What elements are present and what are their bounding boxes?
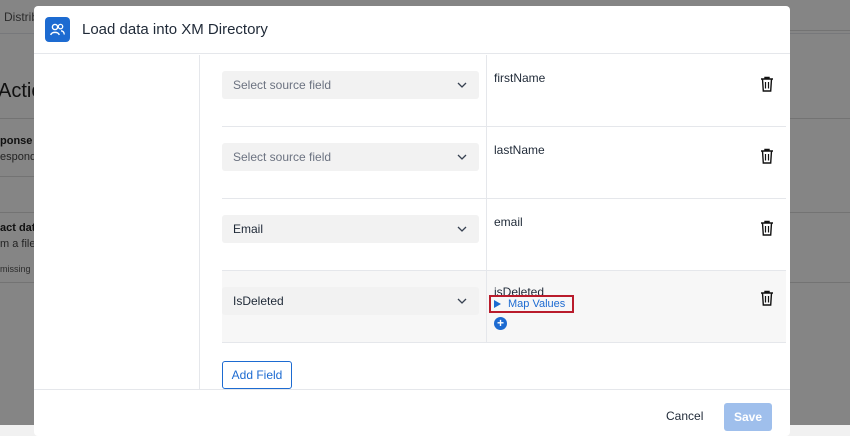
cancel-button[interactable]: Cancel: [666, 409, 703, 423]
load-data-modal: Load data into XM Directory Select sourc…: [34, 6, 790, 436]
trash-icon[interactable]: [760, 290, 774, 306]
map-values-link[interactable]: Map Values: [489, 295, 574, 313]
field-mapping-list: Select source field firstName Select sou…: [200, 55, 790, 389]
source-field-select[interactable]: IsDeleted: [222, 287, 479, 315]
source-field-select[interactable]: Email: [222, 215, 479, 243]
source-field-select[interactable]: Select source field: [222, 71, 479, 99]
users-icon: [45, 17, 70, 42]
trash-icon[interactable]: [760, 76, 774, 92]
modal-sidebar: [34, 55, 200, 389]
add-circle-icon[interactable]: +: [494, 317, 507, 330]
chevron-down-icon: [457, 226, 467, 232]
chevron-down-icon: [457, 82, 467, 88]
destination-field-name: firstName: [494, 71, 546, 85]
trash-icon[interactable]: [760, 220, 774, 236]
field-row-lastname: Select source field lastName: [222, 127, 786, 199]
field-row-isdeleted: IsDeleted isDeleted Map Values +: [222, 271, 786, 343]
field-row-email: Email email: [222, 199, 786, 271]
field-row-firstname: Select source field firstName: [222, 55, 786, 127]
source-field-select[interactable]: Select source field: [222, 143, 479, 171]
add-field-button[interactable]: Add Field: [222, 361, 292, 389]
chevron-down-icon: [457, 298, 467, 304]
play-triangle-icon: [494, 300, 501, 308]
save-button[interactable]: Save: [724, 403, 772, 431]
destination-field-name: lastName: [494, 143, 545, 157]
modal-title: Load data into XM Directory: [82, 21, 268, 38]
chevron-down-icon: [457, 154, 467, 160]
destination-field-name: email: [494, 215, 523, 229]
trash-icon[interactable]: [760, 148, 774, 164]
modal-footer: Cancel Save: [34, 389, 790, 436]
modal-header: Load data into XM Directory: [34, 6, 790, 54]
